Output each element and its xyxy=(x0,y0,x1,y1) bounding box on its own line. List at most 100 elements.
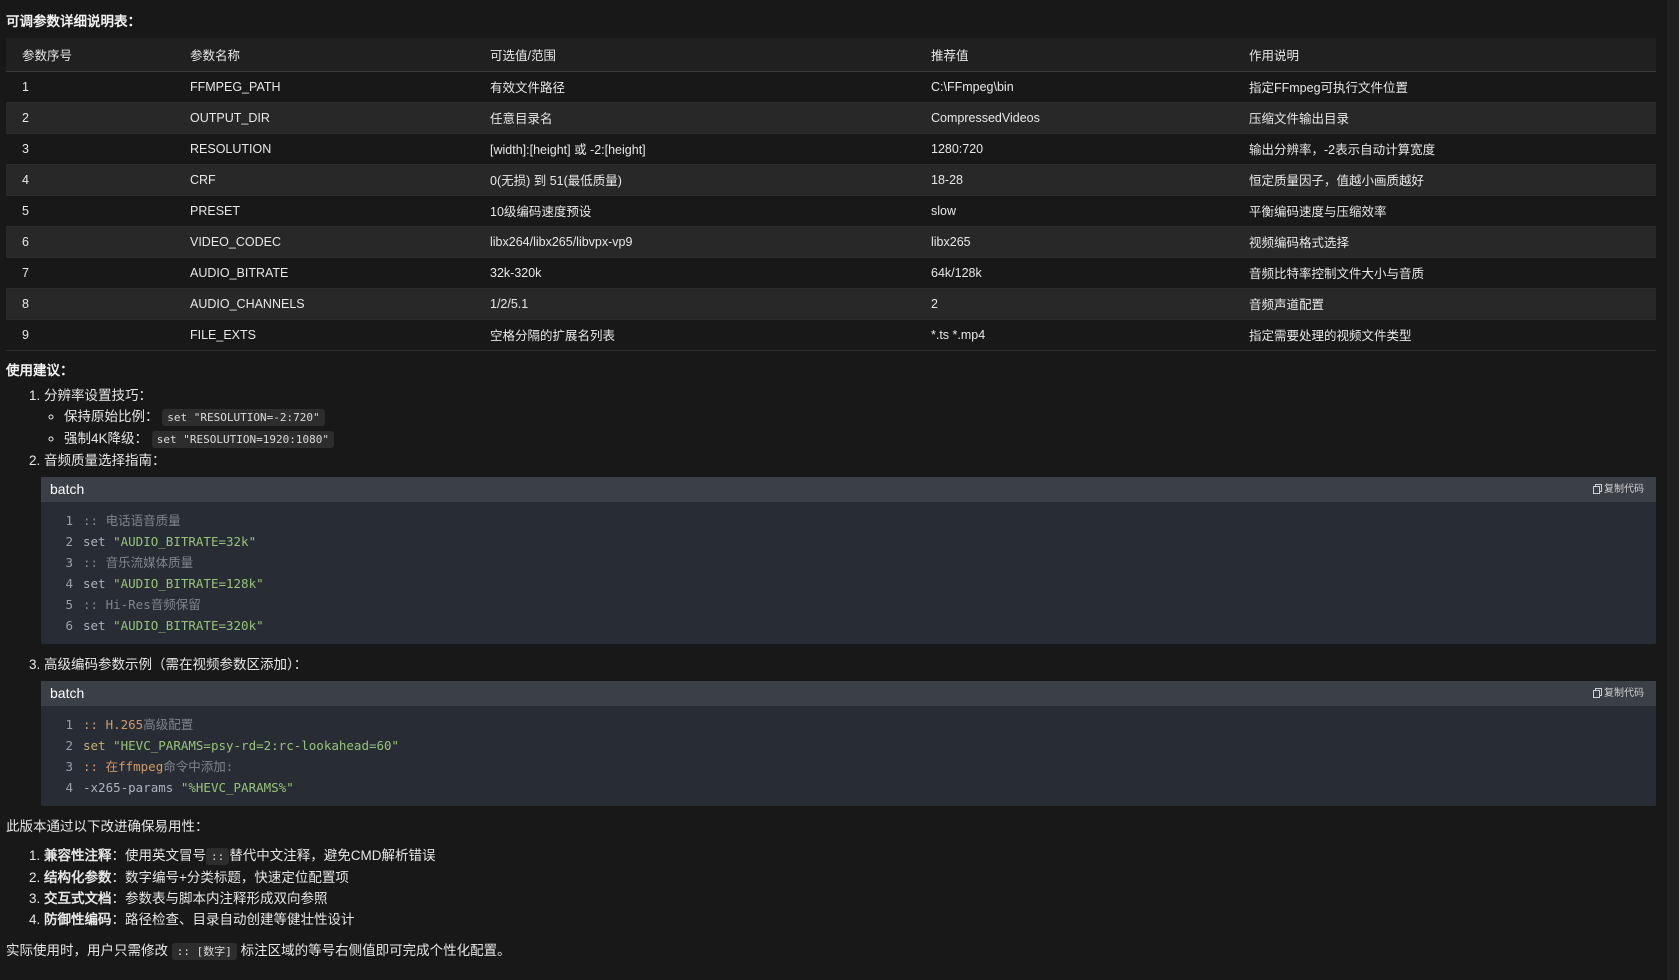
code-block-header: batch 复制代码 xyxy=(41,680,1656,706)
header-index: 参数序号 xyxy=(22,48,73,63)
cell-name: RESOLUTION xyxy=(190,141,272,156)
cell-range: 10级编码速度预设 xyxy=(490,205,592,219)
line-number: 2 xyxy=(65,737,73,753)
code-token: :: 在 xyxy=(83,758,119,774)
code-token: "AUDIO_BITRATE=128k" xyxy=(113,575,264,591)
code-token: :: xyxy=(83,716,106,732)
cell-recommended: CompressedVideos xyxy=(931,110,1040,125)
cell-index: 8 xyxy=(22,296,29,311)
final-note-pre: 实际使用时，用户只需修改 xyxy=(6,942,168,958)
cell-recommended: 18-28 xyxy=(931,172,963,187)
line-number: 4 xyxy=(65,575,73,591)
cell-index: 2 xyxy=(22,110,29,125)
table-row: 5 PRESET 10级编码速度预设 slow 平衡编码速度与压缩效率 xyxy=(6,195,1656,226)
header-description: 作用说明 xyxy=(1249,48,1300,63)
cell-range: libx264/libx265/libvpx-vp9 xyxy=(490,234,633,249)
summary-list: 兼容性注释：使用英文冒号::替代中文注释，避免CMD解析错误结构化参数：数字编号… xyxy=(6,845,1655,930)
cell-recommended: 2 xyxy=(931,296,938,311)
summary-item-text: ：数字编号+分类标题，快速定位配置项 xyxy=(111,869,349,885)
cell-recommended: 1280:720 xyxy=(931,141,984,156)
code-token: "AUDIO_BITRATE=32k" xyxy=(113,533,257,549)
usage-title: 使用建议： xyxy=(6,362,74,378)
header-name: 参数名称 xyxy=(190,48,241,63)
code-line: 3:: 音乐流媒体质量 xyxy=(41,552,1656,573)
copy-icon xyxy=(1593,484,1602,494)
inline-code: set "RESOLUTION=1920:1080" xyxy=(151,430,334,448)
keep-ratio-label: 保持原始比例： xyxy=(64,408,159,424)
cell-name: CRF xyxy=(190,172,216,187)
copy-code-button[interactable]: 复制代码 xyxy=(1593,479,1644,500)
cell-description: 压缩文件输出目录 xyxy=(1249,112,1350,126)
code-line: 4 set "AUDIO_BITRATE=128k" xyxy=(41,573,1656,594)
cell-description: 音频声道配置 xyxy=(1249,298,1325,312)
table-row: 8 AUDIO_CHANNELS 1/2/5.1 2 音频声道配置 xyxy=(6,288,1656,319)
cell-name: OUTPUT_DIR xyxy=(190,110,270,125)
code-token: set xyxy=(83,737,114,753)
cell-range: 空格分隔的扩展名列表 xyxy=(490,329,616,343)
cell-recommended: C:\FFmpeg\bin xyxy=(931,79,1014,94)
code-token: "HEVC_PARAMS=psy-rd=2:rc-lookahead=60" xyxy=(113,737,400,753)
cell-name: PRESET xyxy=(190,203,241,218)
cell-index: 3 xyxy=(22,141,29,156)
table-row: 2 OUTPUT_DIR 任意目录名 CompressedVideos 压缩文件输出目录 xyxy=(6,102,1656,133)
table-row: 7 AUDIO_BITRATE 32k-320k 64k/128k 音频比特率控制文件大… xyxy=(6,257,1656,288)
cell-name: FILE_EXTS xyxy=(190,327,256,342)
cell-index: 7 xyxy=(22,265,29,280)
cell-description: 恒定质量因子，值越小画质越好 xyxy=(1249,174,1425,188)
cell-index: 1 xyxy=(22,79,29,94)
cell-range: 有效文件路径 xyxy=(490,81,566,95)
cell-name: FFMPEG_PATH xyxy=(190,79,281,94)
summary-item-text: ：路径检查、目录自动创建等健壮性设计 xyxy=(111,911,355,927)
advanced-params-label: 高级编码参数示例（需在视频参数区添加）： xyxy=(44,656,308,672)
list-item: 兼容性注释：使用英文冒号::替代中文注释，避免CMD解析错误 xyxy=(44,845,1655,867)
inline-code: :: [数字] xyxy=(171,942,237,960)
cell-description: 音频比特率控制文件大小与音质 xyxy=(1249,267,1425,281)
code-token: set xyxy=(83,617,114,633)
cell-index: 4 xyxy=(22,172,29,187)
cell-name: VIDEO_CODEC xyxy=(190,234,281,249)
code-token: :: Hi-Res音频保留 xyxy=(83,596,201,612)
inline-code: set "RESOLUTION=-2:720" xyxy=(162,408,325,426)
code-token: set xyxy=(83,575,114,591)
table-row: 1 FFMPEG_PATH 有效文件路径 C:\FFmpeg\bin 指定FFmpeg可… xyxy=(6,71,1656,102)
line-number: 6 xyxy=(65,617,73,633)
resolution-sublist: 保持原始比例： set "RESOLUTION=-2:720" 强制4K降级： … xyxy=(44,406,1655,450)
cell-range: 0(无损) 到 51(最低质量) xyxy=(490,174,622,188)
cell-recommended: *.ts *.mp4 xyxy=(931,327,986,342)
code-token: -x265-params xyxy=(83,779,181,795)
list-item: 分辨率设置技巧： 保持原始比例： set "RESOLUTION=-2:720"… xyxy=(44,385,1655,450)
table-row: 3 RESOLUTION [width]:[height] 或 -2:[height… xyxy=(6,133,1656,164)
cell-description: 平衡编码速度与压缩效率 xyxy=(1249,205,1387,219)
code-block-body: 1:: 电话语音质量 2 set "AUDIO_BITRATE=32k" 3:: 音乐… xyxy=(41,502,1656,644)
cell-description: 视频编码格式选择 xyxy=(1249,236,1350,250)
cell-description: 指定需要处理的视频文件类型 xyxy=(1249,329,1412,343)
list-item: 交互式文档：参数表与脚本内注释形成双向参照 xyxy=(44,888,1655,909)
list-item: 强制4K降级： set "RESOLUTION=1920:1080" xyxy=(64,428,1655,450)
cell-index: 5 xyxy=(22,203,29,218)
code-token: set xyxy=(83,533,114,549)
code-line: 4 -x265-params "%HEVC_PARAMS%" xyxy=(41,777,1656,798)
summary-item-title: 结构化参数 xyxy=(44,869,112,885)
code-block-advanced: batch 复制代码 1:: H.265 高级配置 2 set "HEVC_PARAM… xyxy=(41,680,1656,806)
header-recommended: 推荐值 xyxy=(931,48,969,63)
table-row: 9 FILE_EXTS 空格分隔的扩展名列表 *.ts *.mp4 指定需要处理的视频文… xyxy=(6,319,1656,350)
list-item: 防御性编码：路径检查、目录自动创建等健壮性设计 xyxy=(44,909,1655,930)
summary-item-text: ：参数表与脚本内注释形成双向参照 xyxy=(111,890,328,906)
summary-intro: 此版本通过以下改进确保易用性： xyxy=(6,818,209,834)
code-token: 高级配置 xyxy=(143,716,194,732)
list-item: 音频质量选择指南： batch 复制代码 1:: 电话语音质量2set "AUD… xyxy=(41,450,1656,644)
line-number: 5 xyxy=(65,596,73,612)
code-line: 3:: 在 ffmpeg 命令中添加: xyxy=(41,756,1656,777)
code-line: 6 set "AUDIO_BITRATE=320k" xyxy=(41,615,1656,636)
scrollbar[interactable] xyxy=(1667,0,1679,980)
line-number: 4 xyxy=(65,779,73,795)
summary-item-title: 兼容性注释 xyxy=(44,847,112,863)
parameter-table: 参数序号 参数名称 可选值/范围 推荐值 作用说明 1 FFMPEG_PATH 有效… xyxy=(6,38,1656,351)
copy-code-button[interactable]: 复制代码 xyxy=(1593,683,1644,704)
line-number: 3 xyxy=(65,758,73,774)
code-token: H.265 xyxy=(105,716,144,732)
line-number: 3 xyxy=(65,554,73,570)
cell-recommended: libx265 xyxy=(931,234,971,249)
force-4k-label: 强制4K降级： xyxy=(64,430,149,446)
cell-name: AUDIO_CHANNELS xyxy=(190,296,305,311)
